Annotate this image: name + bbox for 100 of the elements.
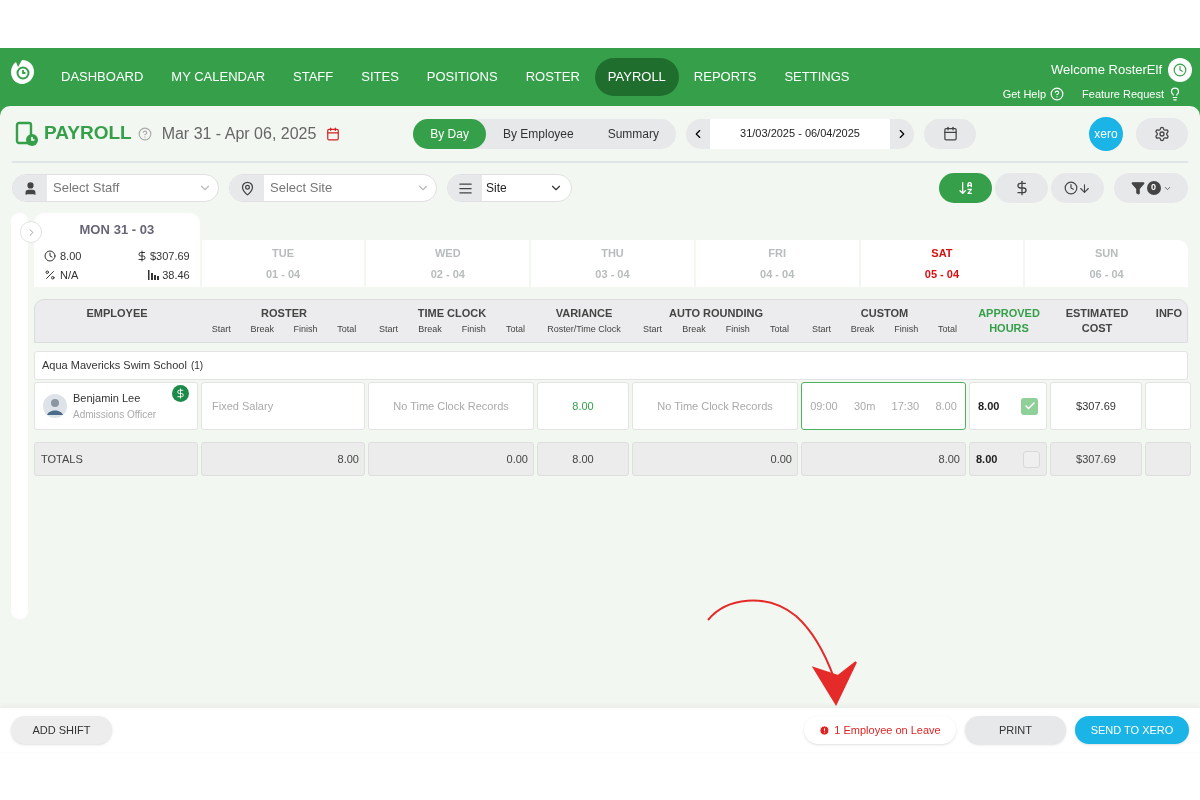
column-subheader: Start — [211, 323, 231, 336]
group-name: Aqua Mavericks Swim School — [42, 358, 187, 374]
percent-icon — [44, 269, 56, 282]
custom-value: 09:00 — [810, 398, 838, 414]
column-header: VARIANCE — [555, 306, 613, 321]
nav-item[interactable]: PAYROLL — [594, 58, 679, 96]
send-to-xero-button[interactable]: SEND TO XERO — [1075, 716, 1189, 744]
nav-item[interactable]: SITES — [348, 58, 412, 96]
sort-button[interactable] — [939, 173, 992, 203]
day-date: 03 - 04 — [595, 266, 630, 282]
day-tab[interactable]: SUN 06 - 04 — [1025, 240, 1188, 287]
lightbulb-icon[interactable] — [1168, 87, 1182, 102]
add-shift-button[interactable]: ADD SHIFT — [11, 716, 112, 744]
day-date: 05 - 04 — [924, 266, 959, 282]
day-label: TUE — [272, 246, 295, 261]
column-header: APPROVED HOURS — [977, 306, 1041, 336]
average-text: 38.46 — [162, 268, 190, 283]
table-cell: No Time Clock Records — [632, 382, 798, 430]
column-subheader: Finish — [894, 323, 919, 336]
settings-button[interactable] — [1136, 117, 1188, 150]
welcome-text: Welcome RosterElf — [1051, 61, 1162, 80]
cost-text: $307.69 — [149, 248, 190, 264]
person-icon — [22, 180, 38, 196]
sort-az-icon — [957, 180, 974, 196]
clock-sort-icon — [1064, 181, 1091, 195]
table-cell: 8.00 — [801, 442, 966, 476]
column-header: EMPLOYEE — [85, 306, 149, 321]
column-subheader: Start — [379, 323, 399, 336]
day-date: 04 - 04 — [760, 266, 795, 282]
check-icon — [1023, 400, 1036, 412]
group-select[interactable]: Site — [447, 174, 572, 202]
day-label: SUN — [1095, 246, 1119, 261]
employee-name: Benjamin Lee — [73, 391, 142, 407]
column-header: CUSTOM — [860, 306, 909, 321]
dollar-icon — [135, 249, 148, 262]
filter-button[interactable]: 0 — [1114, 173, 1188, 203]
nav-item[interactable]: MY CALENDAR — [158, 58, 279, 96]
nav-item[interactable]: SETTINGS — [771, 58, 863, 96]
nav-item[interactable]: STAFF — [280, 58, 347, 96]
group-value: Site — [486, 180, 508, 197]
day-date: 01 - 04 — [265, 266, 301, 282]
day-tab[interactable]: WED 02 - 04 — [366, 240, 530, 287]
day-date: 02 - 04 — [430, 266, 465, 282]
profile-icon[interactable] — [1168, 58, 1192, 82]
calendar-button[interactable] — [924, 118, 976, 149]
column-subheader: Finish — [725, 323, 750, 336]
nav-item[interactable]: REPORTS — [680, 58, 770, 96]
clock-icon — [44, 249, 56, 262]
table-cell: 0.00 — [368, 442, 534, 476]
help-icon[interactable] — [137, 126, 152, 141]
column-subheader: Total — [769, 323, 789, 336]
custom-value: 17:30 — [891, 398, 920, 414]
day-date: 06 - 04 — [1089, 266, 1124, 282]
bar-chart-icon — [148, 270, 160, 281]
employee-role: Admissions Officer — [73, 407, 158, 422]
staff-select[interactable]: Select Staff — [12, 174, 219, 202]
hours-text: 8.00 — [60, 248, 82, 264]
column-subheader: Finish — [293, 323, 318, 336]
get-help-link[interactable]: Get Help — [1002, 86, 1047, 103]
custom-value: 8.00 — [935, 398, 957, 414]
day-tab[interactable]: SAT 05 - 04 — [860, 240, 1024, 287]
view-tab[interactable]: By Day — [413, 118, 486, 149]
day-tab[interactable]: TUE 01 - 04 — [201, 240, 365, 287]
nav-item[interactable]: DASHBOARD — [48, 58, 157, 96]
print-button[interactable]: PRINT — [965, 716, 1066, 744]
day-tab[interactable]: FRI 04 - 04 — [695, 240, 859, 287]
staff-placeholder: Select Staff — [53, 179, 121, 198]
day-date: 31 - 03 — [113, 221, 155, 239]
list-icon — [457, 180, 473, 196]
percent-text: N/A — [60, 268, 79, 283]
approve-checkbox[interactable] — [1021, 397, 1038, 415]
leave-notice-button[interactable]: 1 Employee on Leave — [804, 716, 956, 744]
dollar-badge-icon — [172, 385, 189, 402]
column-subheader: Roster/Time Clock — [547, 323, 621, 336]
calendar-icon[interactable] — [326, 126, 341, 141]
page-title: PAYROLL — [44, 121, 132, 146]
table-cell: Fixed Salary — [201, 382, 365, 430]
feature-request-link[interactable]: Feature Request — [1082, 86, 1164, 103]
sort-button[interactable] — [995, 173, 1048, 203]
site-select[interactable]: Select Site — [229, 174, 437, 202]
nav-item[interactable]: ROSTER — [512, 58, 593, 96]
table-cell: No Time Clock Records — [368, 382, 534, 430]
custom-time-field[interactable]: 09:00 30m 17:30 8.00 — [801, 382, 966, 430]
day-card[interactable]: MON 31 - 03 8.00 $307.69 N/A 38.46 — [34, 213, 200, 287]
table-cell: 8.00 — [537, 442, 629, 476]
table-cell: 8.00 — [537, 382, 629, 430]
nav-item[interactable]: POSITIONS — [413, 58, 511, 96]
day-tab[interactable]: THU 03 - 04 — [531, 240, 694, 287]
payroll-icon — [15, 120, 39, 147]
view-tab[interactable]: Summary — [590, 118, 676, 149]
logo-icon — [8, 58, 36, 86]
site-placeholder: Select Site — [270, 179, 334, 198]
date-range-text: Mar 31 - Apr 06, 2025 — [161, 123, 317, 144]
view-tab[interactable]: By Employee — [485, 118, 591, 149]
table-cell: $307.69 — [1050, 382, 1142, 430]
xero-button[interactable]: xero — [1089, 116, 1123, 151]
table-cell: 0.00 — [632, 442, 798, 476]
filter-icon — [1130, 181, 1145, 195]
date-range-field[interactable]: 31/03/2025 - 06/04/2025 — [710, 118, 890, 149]
sort-button[interactable] — [1051, 173, 1104, 203]
